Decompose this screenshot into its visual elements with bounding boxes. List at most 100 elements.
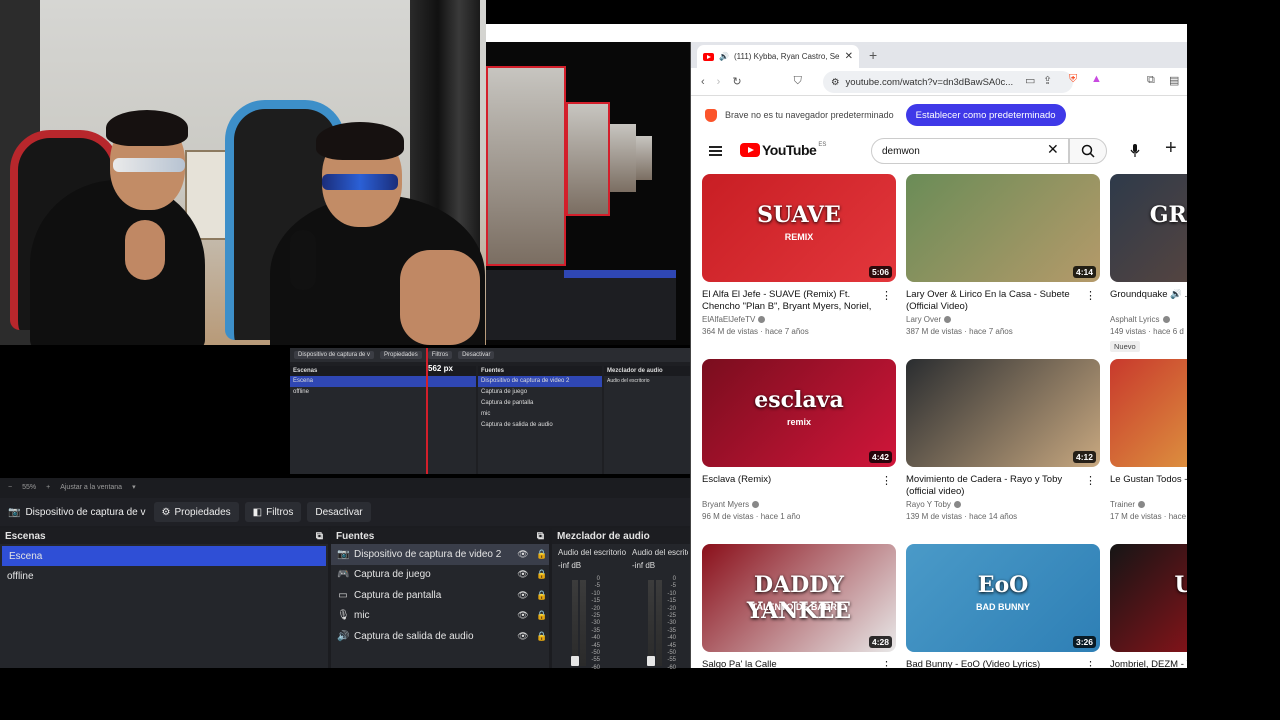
visibility-eye-icon[interactable]: 👁 (516, 610, 530, 621)
video-title[interactable]: Lary Over & Lirico En la Casa - Subete (… (906, 289, 1100, 313)
video-title[interactable]: Jombriel, DEZM - Y... (1110, 659, 1187, 668)
zoom-out-button[interactable]: − (8, 484, 12, 491)
video-card[interactable]: GROUND Groundquake 🔊 ... Asphalt Lyrics 149… (1110, 174, 1187, 354)
more-options-icon[interactable]: ⋮ (1085, 289, 1096, 302)
video-thumbnail[interactable]: 4:12 (906, 359, 1100, 467)
set-default-button[interactable]: Establecer como predeterminado (905, 104, 1066, 126)
video-title[interactable]: Salgo Pa' la Calle (702, 659, 896, 668)
search-button[interactable] (1069, 138, 1107, 164)
bookmark-icon[interactable]: ⛉ (794, 75, 802, 88)
video-thumbnail[interactable]: DADDY YANKEE TALENTO DE BARRIO 4:28 (702, 544, 896, 652)
share-icon[interactable]: ⇪ (1043, 74, 1052, 87)
video-thumbnail[interactable]: EoO BAD BUNNY 3:26 (906, 544, 1100, 652)
video-card[interactable]: 4:12 Movimiento de Cadera - Rayo y Toby (… (906, 359, 1100, 521)
site-settings-icon[interactable]: ⚙ (831, 77, 840, 88)
back-icon[interactable]: ‹ (701, 76, 705, 88)
source-item-game-capture[interactable]: 🎮 Captura de juego 👁 🔒 (331, 565, 549, 586)
brave-rewards-icon[interactable]: ▲ (1091, 73, 1102, 85)
video-thumbnail[interactable]: esclava remix 4:42 (702, 359, 896, 467)
video-card[interactable]: ULTAJombriel, DEZM - Y...⋮ (1110, 544, 1187, 668)
video-card[interactable]: SUAVE REMIX 5:06 El Alfa El Jefe - SUAVE (R… (702, 174, 896, 336)
video-title[interactable]: Esclava (Remix) (702, 474, 896, 498)
video-thumbnail[interactable]: GROUND (1110, 174, 1187, 282)
video-title[interactable]: Bad Bunny - EoO (Video Lyrics) (906, 659, 1100, 668)
forward-icon[interactable]: › (717, 76, 721, 88)
video-card[interactable]: Le Gustan Todos - TDH, Big Soto, Ade... T… (1110, 359, 1187, 521)
filters-button[interactable]: ◧ Filtros (244, 502, 302, 522)
clear-search-icon[interactable]: ✕ (1047, 141, 1059, 158)
source-item-mic[interactable]: 🎙 mic 👁 🔒 (331, 606, 549, 627)
preview-selection-frame[interactable] (486, 66, 566, 266)
channel-name-row[interactable]: Asphalt Lyrics (1110, 315, 1187, 324)
tab-youtube[interactable]: 🔊 (111) Kybba, Ryan Castro, Sen ✕ (697, 45, 859, 68)
more-options-icon[interactable]: ⋮ (881, 659, 892, 668)
channel-name[interactable]: Trainer (1110, 500, 1135, 509)
properties-button[interactable]: ⚙ Propiedades (153, 502, 239, 522)
youtube-logo[interactable]: YouTube ES (740, 142, 826, 158)
channel-name[interactable]: Bryant Myers (702, 500, 749, 509)
extensions-icon[interactable]: ⧉ (1147, 74, 1155, 87)
visibility-eye-icon[interactable]: 👁 (516, 631, 530, 642)
close-tab-icon[interactable]: ✕ (845, 51, 853, 62)
lock-icon[interactable]: 🔒 (535, 590, 549, 601)
new-tab-button[interactable]: + (869, 47, 877, 63)
audio-playing-icon[interactable]: 🔊 (719, 52, 729, 61)
channel-name-row[interactable]: Lary Over (906, 315, 1100, 324)
visibility-eye-icon[interactable]: 👁 (516, 590, 530, 601)
lock-icon[interactable]: 🔒 (535, 631, 549, 642)
obs-preview-canvas[interactable] (486, 42, 690, 345)
volume-fader[interactable] (647, 656, 655, 666)
cast-icon[interactable]: ▭ (1025, 74, 1035, 87)
video-meta: 364 M de vistas · hace 7 años (702, 327, 809, 336)
channel-name-row[interactable]: Bryant Myers (702, 500, 896, 509)
channel-name[interactable]: Asphalt Lyrics (1110, 315, 1160, 324)
sidebar-icon[interactable]: ▤ (1169, 74, 1179, 87)
video-thumbnail[interactable]: ULTA (1110, 544, 1187, 652)
channel-name[interactable]: Lary Over (906, 315, 941, 324)
more-options-icon[interactable]: ⋮ (881, 289, 892, 302)
source-item-video-capture[interactable]: 📷 Dispositivo de captura de video 2 👁 🔒 (331, 544, 549, 565)
lock-icon[interactable]: 🔒 (535, 569, 549, 580)
channel-name-row[interactable]: ElAlfaElJefeTV (702, 315, 896, 324)
video-thumbnail[interactable]: SUAVE REMIX 5:06 (702, 174, 896, 282)
visibility-eye-icon[interactable]: 👁 (516, 569, 530, 580)
menu-icon[interactable] (709, 146, 722, 156)
chevron-down-icon[interactable]: ▾ (132, 483, 136, 491)
fit-to-window-label[interactable]: Ajustar a la ventana (60, 484, 122, 491)
channel-name-row[interactable]: Rayo Y Toby (906, 500, 1100, 509)
lock-icon[interactable]: 🔒 (535, 549, 549, 560)
source-item-audio-output[interactable]: 🔊 Captura de salida de audio 👁 🔒 (331, 626, 549, 647)
more-options-icon[interactable]: ⋮ (1085, 474, 1096, 487)
volume-fader[interactable] (571, 656, 579, 666)
deactivate-button[interactable]: Desactivar (307, 502, 371, 522)
undock-icon[interactable]: ⧉ (316, 531, 323, 542)
lock-icon[interactable]: 🔒 (535, 610, 549, 621)
video-card[interactable]: esclava remix 4:42 Esclava (Remix) Bryant My… (702, 359, 896, 521)
scene-item-offline[interactable]: offline (0, 566, 328, 586)
video-thumbnail[interactable]: 4:14 (906, 174, 1100, 282)
video-card[interactable]: EoO BAD BUNNY 3:26 Bad Bunny - EoO (Video L… (906, 544, 1100, 668)
voice-search-button[interactable] (1123, 139, 1147, 163)
channel-name[interactable]: ElAlfaElJefeTV (702, 315, 755, 324)
channel-name[interactable]: Rayo Y Toby (906, 500, 951, 509)
video-title[interactable]: Le Gustan Todos - TDH, Big Soto, Ade... (1110, 474, 1187, 498)
visibility-eye-icon[interactable]: 👁 (516, 549, 530, 560)
create-button[interactable]: + (1165, 137, 1177, 160)
more-options-icon[interactable]: ⋮ (1085, 659, 1096, 668)
video-title[interactable]: El Alfa El Jefe - SUAVE (Remix) Ft. Chen… (702, 289, 896, 313)
video-card[interactable]: 4:14 Lary Over & Lirico En la Casa - Sube… (906, 174, 1100, 336)
video-thumbnail[interactable] (1110, 359, 1187, 467)
undock-icon[interactable]: ⧉ (537, 531, 544, 542)
scene-item-escena[interactable]: Escena (2, 546, 326, 566)
more-options-icon[interactable]: ⋮ (881, 474, 892, 487)
video-title[interactable]: Groundquake 🔊 ... (1110, 289, 1187, 313)
brave-shields-icon[interactable]: ⛨ (1069, 73, 1077, 86)
video-card[interactable]: DADDY YANKEE TALENTO DE BARRIO 4:28 Salgo P… (702, 544, 896, 668)
source-item-screen-capture[interactable]: ▭ Captura de pantalla 👁 🔒 (331, 585, 549, 606)
channel-name-row[interactable]: Trainer (1110, 500, 1187, 509)
reload-icon[interactable]: ↻ (732, 75, 741, 88)
url-field[interactable]: ⚙ youtube.com/watch?v=dn3dBawSA0c... (823, 71, 1073, 93)
video-title[interactable]: Movimiento de Cadera - Rayo y Toby (offi… (906, 474, 1100, 498)
search-input[interactable]: demwon (871, 138, 1069, 164)
zoom-in-button[interactable]: + (46, 484, 50, 491)
